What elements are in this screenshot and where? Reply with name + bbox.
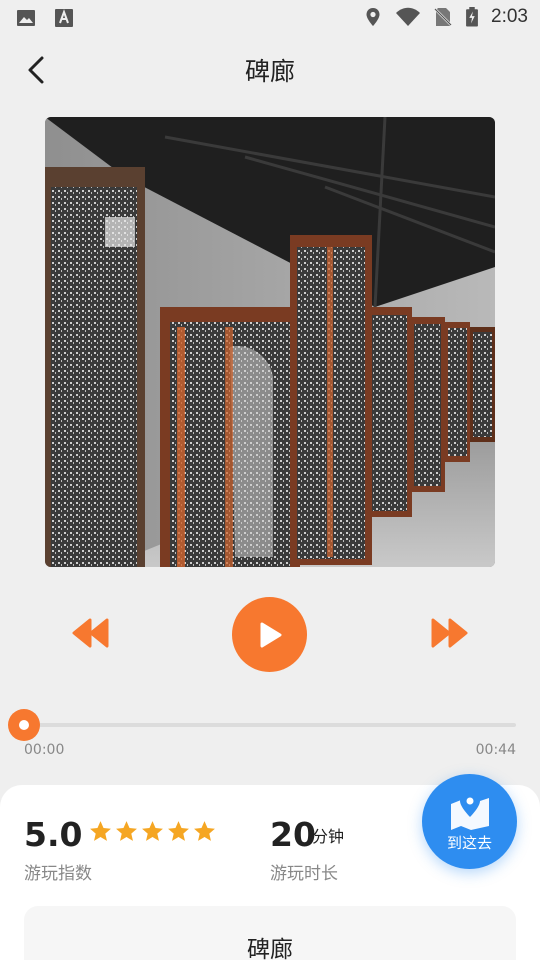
rewind-button[interactable] [70, 616, 112, 650]
map-pin-icon [450, 792, 489, 830]
navigate-here-button[interactable]: 到这去 [422, 774, 517, 869]
star-icon [168, 821, 189, 841]
battery-charging-icon [466, 7, 478, 27]
play-button[interactable] [232, 597, 307, 672]
star-icon [194, 821, 215, 841]
rewind-icon [72, 618, 109, 648]
location-icon [366, 8, 380, 26]
fast-forward-button[interactable] [428, 616, 470, 650]
header: 碑廊 [0, 36, 540, 102]
duration-unit: 分钟 [312, 827, 345, 846]
total-time: 00:44 [475, 742, 516, 758]
star-icon [142, 821, 163, 841]
rating-stars [88, 819, 217, 844]
player-controls [0, 596, 540, 672]
spot-card[interactable]: 碑廊 [24, 906, 516, 960]
status-bar: 2:03 [0, 0, 540, 36]
wifi-icon [396, 7, 421, 26]
duration-label: 游玩时长 [270, 864, 338, 884]
text-a-icon [55, 9, 73, 27]
page-title: 碑廊 [244, 57, 295, 86]
progress-thumb[interactable] [8, 709, 40, 741]
star-icon [116, 821, 137, 841]
progress-slider[interactable] [8, 709, 516, 741]
attraction-photo [45, 117, 495, 567]
rating-value: 5.0 [24, 815, 83, 854]
navigate-here-label: 到这去 [446, 834, 492, 852]
star-icon [90, 821, 111, 841]
gallery-icon [17, 10, 35, 26]
play-icon [260, 622, 281, 647]
fast-forward-icon [431, 618, 468, 648]
status-time: 2:03 [491, 6, 528, 27]
no-sim-icon [433, 7, 453, 27]
spot-card-title: 碑廊 [247, 937, 293, 960]
rating-label: 游玩指数 [24, 864, 92, 884]
current-time: 00:00 [24, 742, 65, 758]
duration-value: 20 [270, 815, 316, 854]
progress-track [24, 723, 516, 727]
